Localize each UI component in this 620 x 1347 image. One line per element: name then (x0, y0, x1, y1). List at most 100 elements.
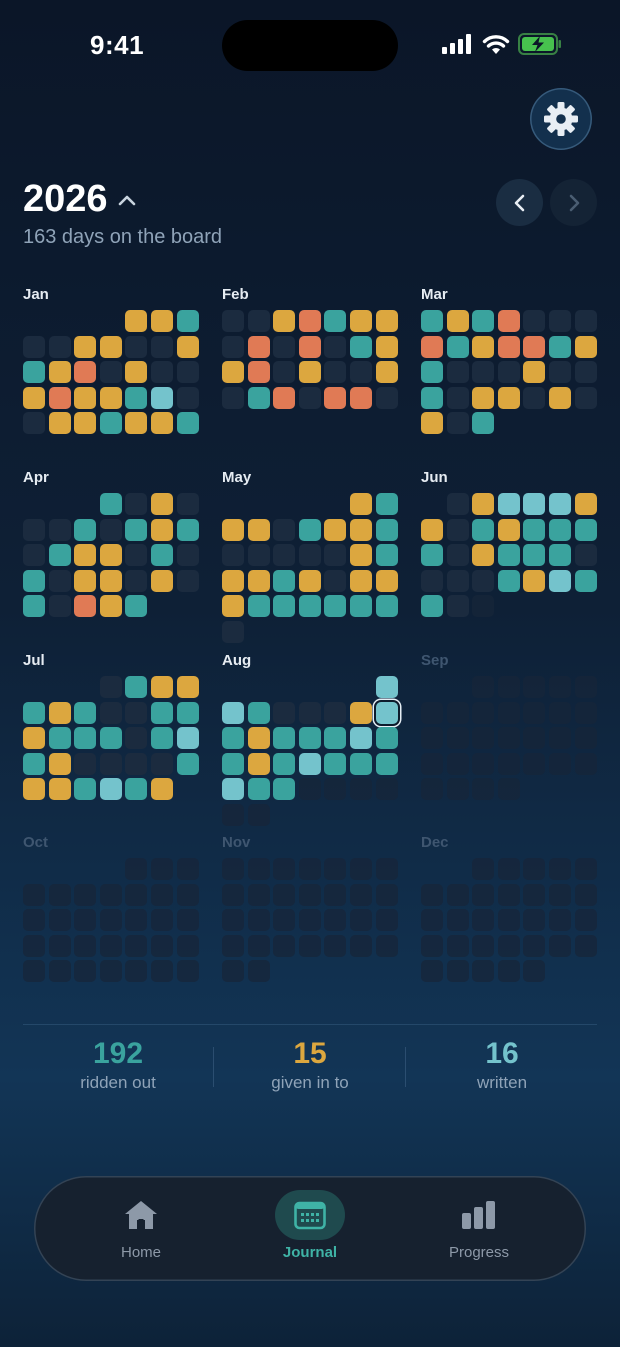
day-cell[interactable] (273, 310, 296, 332)
day-cell[interactable] (523, 569, 546, 592)
day-cell[interactable] (350, 335, 372, 358)
day-cell[interactable] (472, 412, 495, 435)
day-cell[interactable] (176, 335, 199, 358)
day-cell[interactable] (247, 361, 270, 384)
day-cell[interactable] (125, 361, 148, 384)
day-cell[interactable] (48, 569, 71, 592)
day-cell[interactable] (574, 544, 597, 567)
day-cell[interactable] (549, 310, 571, 332)
day-cell[interactable] (446, 518, 469, 541)
day-cell[interactable] (273, 727, 296, 750)
day-cell[interactable] (99, 386, 122, 409)
day-cell[interactable] (176, 544, 199, 567)
day-cell[interactable] (99, 544, 122, 567)
day-cell[interactable] (151, 701, 173, 724)
day-cell[interactable] (375, 361, 398, 384)
day-cell[interactable] (151, 676, 173, 698)
day-cell[interactable] (125, 701, 148, 724)
day-cell[interactable] (99, 727, 122, 750)
day-cell[interactable] (324, 595, 347, 618)
day-cell[interactable] (222, 778, 244, 801)
day-cell[interactable] (574, 310, 597, 332)
day-cell[interactable] (176, 752, 199, 775)
day-cell[interactable] (247, 778, 270, 801)
day-cell[interactable] (472, 335, 495, 358)
day-cell[interactable] (48, 544, 71, 567)
day-cell[interactable] (298, 386, 321, 409)
day-cell[interactable] (125, 676, 148, 698)
day-cell[interactable] (421, 386, 443, 409)
day-cell[interactable] (23, 595, 45, 618)
day-cell[interactable] (375, 752, 398, 775)
day-cell[interactable] (125, 544, 148, 567)
day-cell[interactable] (324, 310, 347, 332)
day-cell[interactable] (151, 310, 173, 332)
day-cell[interactable] (74, 361, 97, 384)
day-cell[interactable] (74, 569, 97, 592)
day-cell[interactable] (350, 310, 372, 332)
day-cell[interactable] (125, 569, 148, 592)
day-cell[interactable] (298, 361, 321, 384)
day-cell[interactable] (222, 310, 244, 332)
day-cell[interactable] (74, 412, 97, 435)
day-cell[interactable] (446, 361, 469, 384)
day-cell[interactable] (23, 727, 45, 750)
day-cell[interactable] (375, 778, 398, 801)
day-cell[interactable] (497, 361, 520, 384)
day-cell[interactable] (176, 701, 199, 724)
day-cell[interactable] (350, 701, 372, 724)
day-cell[interactable] (472, 361, 495, 384)
day-cell[interactable] (574, 335, 597, 358)
day-cell[interactable] (324, 361, 347, 384)
day-cell[interactable] (48, 701, 71, 724)
day-cell[interactable] (48, 752, 71, 775)
day-cell[interactable] (350, 386, 372, 409)
day-cell[interactable] (74, 727, 97, 750)
day-cell[interactable] (23, 752, 45, 775)
day-cell[interactable] (324, 386, 347, 409)
day-cell[interactable] (247, 701, 270, 724)
day-cell[interactable] (446, 544, 469, 567)
day-cell[interactable] (421, 310, 443, 332)
day-cell[interactable] (99, 412, 122, 435)
day-cell[interactable] (247, 386, 270, 409)
day-cell[interactable] (23, 412, 45, 435)
day-cell[interactable] (497, 569, 520, 592)
day-cell[interactable] (99, 778, 122, 801)
day-cell[interactable] (549, 335, 571, 358)
day-cell[interactable] (99, 752, 122, 775)
day-cell[interactable] (176, 569, 199, 592)
day-cell[interactable] (48, 386, 71, 409)
day-cell[interactable] (421, 569, 443, 592)
day-cell[interactable] (421, 518, 443, 541)
day-cell[interactable] (421, 544, 443, 567)
day-cell[interactable] (472, 493, 495, 515)
day-cell[interactable] (48, 518, 71, 541)
day-cell[interactable] (222, 595, 244, 618)
day-cell[interactable] (99, 569, 122, 592)
day-cell[interactable] (23, 361, 45, 384)
day-cell[interactable] (222, 569, 244, 592)
day-cell[interactable] (421, 335, 443, 358)
day-cell[interactable] (298, 569, 321, 592)
day-cell[interactable] (298, 310, 321, 332)
day-cell[interactable] (99, 676, 122, 698)
day-cell[interactable] (222, 752, 244, 775)
day-cell[interactable] (222, 727, 244, 750)
day-cell[interactable] (151, 778, 173, 801)
day-cell[interactable] (23, 518, 45, 541)
day-cell[interactable] (99, 361, 122, 384)
day-cell[interactable] (247, 544, 270, 567)
day-cell[interactable] (247, 595, 270, 618)
day-cell[interactable] (574, 386, 597, 409)
day-cell[interactable] (273, 752, 296, 775)
day-cell[interactable] (151, 412, 173, 435)
day-cell[interactable] (176, 386, 199, 409)
day-cell[interactable] (375, 493, 398, 515)
day-cell[interactable] (421, 595, 443, 618)
day-cell[interactable] (375, 569, 398, 592)
day-cell[interactable] (222, 518, 244, 541)
day-cell[interactable] (48, 412, 71, 435)
day-cell[interactable] (247, 569, 270, 592)
day-cell[interactable] (273, 518, 296, 541)
